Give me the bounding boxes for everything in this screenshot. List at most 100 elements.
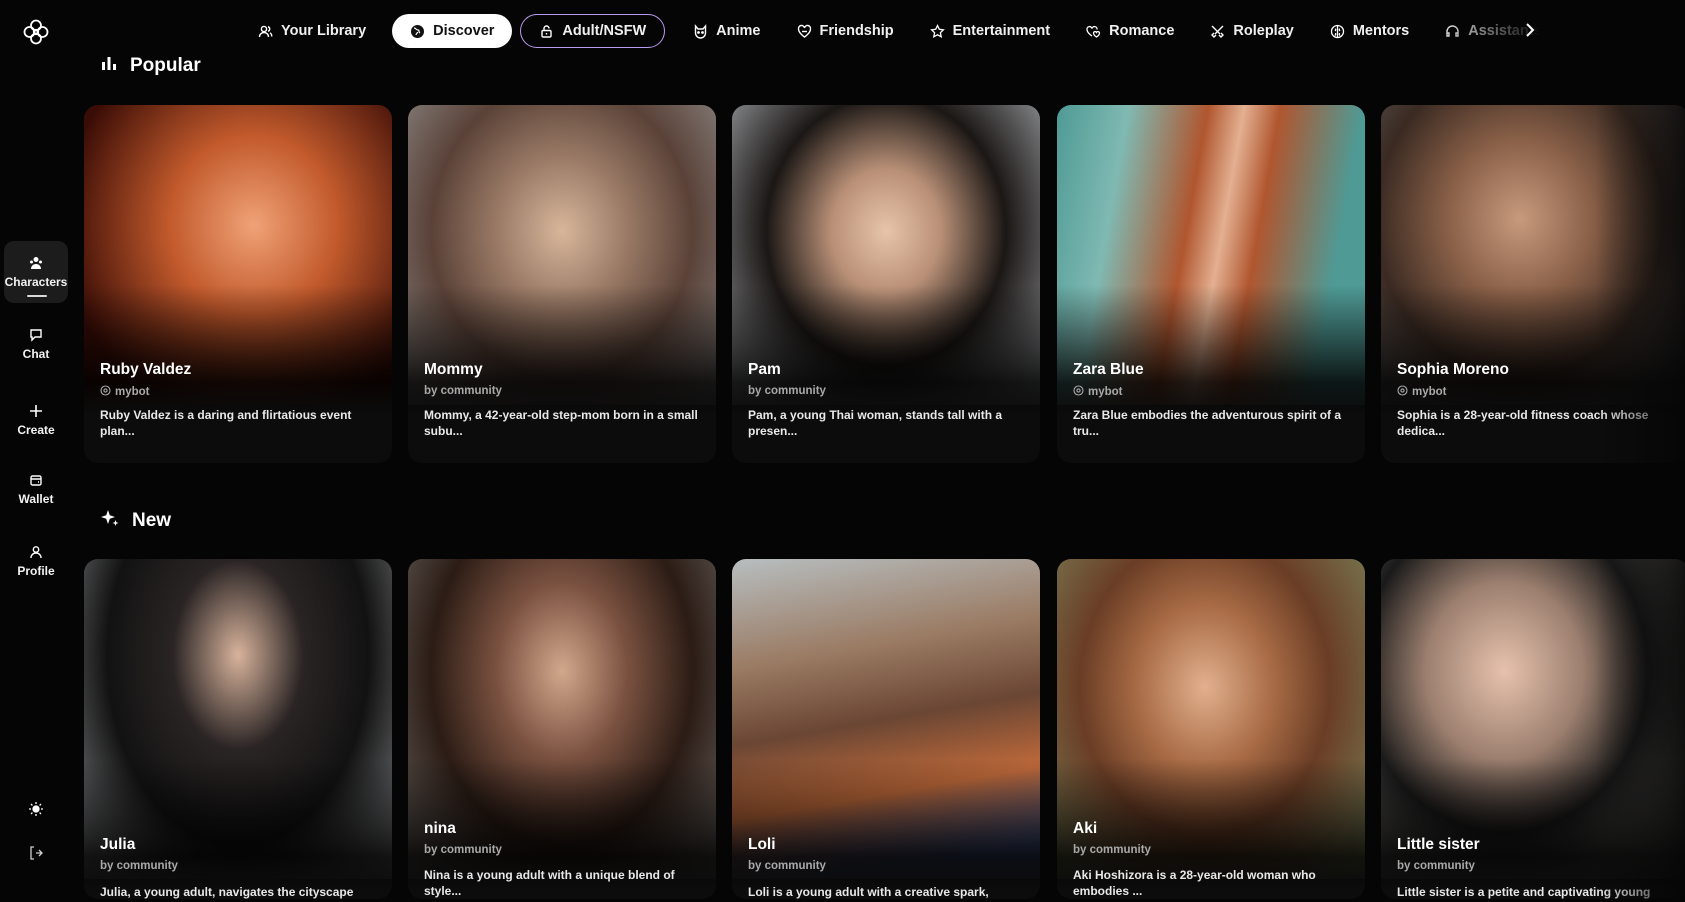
sidebar-item-label: Profile: [17, 564, 55, 578]
character-card[interactable]: Mommy by community Mommy, a 42-year-old …: [408, 105, 716, 463]
character-card[interactable]: Pam by community Pam, a young Thai woman…: [732, 105, 1040, 463]
character-author: by community: [424, 844, 502, 856]
tab-roleplay[interactable]: Roleplay: [1192, 14, 1311, 48]
section-title-text: Popular: [130, 55, 201, 76]
logout-icon[interactable]: [26, 843, 46, 863]
character-card[interactable]: Loli by community Loli is a young adult …: [732, 559, 1040, 899]
popular-row: Ruby Valdez mybot Ruby Valdez is a darin…: [84, 105, 1685, 465]
bar-chart-icon: [100, 54, 118, 78]
sidebar-item-chat[interactable]: Chat: [4, 313, 68, 375]
chat-bubble-icon: [28, 327, 44, 343]
bot-badge-icon: [1397, 385, 1408, 399]
character-author: by community: [748, 385, 826, 397]
character-card[interactable]: nina by community Nina is a young adult …: [408, 559, 716, 899]
character-name: Ruby Valdez: [100, 361, 192, 378]
sidebar-item-characters[interactable]: Characters: [4, 241, 68, 303]
author-label: mybot: [1412, 386, 1447, 398]
author-label: mybot: [1088, 386, 1123, 398]
character-author: by community: [748, 860, 826, 872]
characters-icon: [28, 255, 44, 271]
tab-label: Anime: [716, 23, 761, 39]
tab-your-library[interactable]: Your Library: [240, 14, 384, 48]
character-name: Pam: [748, 361, 781, 378]
sidebar-item-wallet[interactable]: Wallet: [4, 458, 68, 520]
people-icon: [258, 24, 273, 39]
character-description: Sophia is a 28-year-old fitness coach wh…: [1397, 408, 1649, 438]
tab-label: Mentors: [1352, 23, 1410, 39]
sparkles-icon: [100, 508, 120, 534]
character-description: Nina is a young adult with a unique blen…: [424, 868, 675, 898]
character-description: Loli is a young adult with a creative sp…: [748, 885, 989, 899]
sidebar: Characters Chat Create Wallet Profile: [0, 0, 72, 902]
sidebar-item-profile[interactable]: Profile: [4, 530, 68, 592]
author-label: by community: [424, 844, 502, 856]
tab-label: Entertainment: [952, 23, 1051, 39]
author-label: by community: [424, 385, 502, 397]
character-card[interactable]: Aki by community Aki Hoshizora is a 28-y…: [1057, 559, 1365, 899]
tab-discover[interactable]: Discover: [392, 14, 513, 48]
character-description: Zara Blue embodies the adventurous spiri…: [1073, 408, 1342, 438]
author-label: by community: [1073, 844, 1151, 856]
character-author: mybot: [100, 385, 150, 399]
tab-friendship[interactable]: Friendship: [779, 14, 912, 48]
tab-adult-nsfw[interactable]: Adult/NSFW: [520, 14, 666, 48]
sidebar-item-label: Create: [17, 423, 55, 437]
sun-icon[interactable]: [26, 799, 46, 819]
character-card[interactable]: Little sister by community Little sister…: [1381, 559, 1685, 899]
character-card[interactable]: Sophia Moreno mybot Sophia is a 28-year-…: [1381, 105, 1685, 463]
tab-label: Your Library: [281, 23, 367, 39]
active-indicator: [27, 295, 47, 297]
wallet-icon: [28, 472, 44, 488]
character-author: by community: [424, 385, 502, 397]
tab-label: Adult/NSFW: [562, 23, 647, 39]
author-label: by community: [100, 860, 178, 872]
lock-icon: [539, 24, 554, 39]
tab-label: Discover: [433, 23, 495, 39]
sidebar-item-label: Characters: [4, 275, 68, 289]
star-icon: [929, 23, 945, 39]
globe-icon: [410, 24, 425, 39]
flower-logo-icon[interactable]: [22, 18, 50, 46]
author-label: mybot: [115, 386, 150, 398]
brain-icon: [1330, 24, 1345, 39]
character-author: mybot: [1073, 385, 1123, 399]
sidebar-item-create[interactable]: Create: [4, 389, 68, 451]
headset-icon: [1445, 24, 1460, 39]
category-tabs: Your Library Discover Adult/NSFW Anime F…: [90, 12, 1560, 50]
character-author: by community: [1397, 860, 1475, 872]
bot-badge-icon: [1073, 385, 1084, 399]
character-description: Aki Hoshizora is a 28-year-old woman who…: [1073, 868, 1316, 898]
tab-label: Roleplay: [1233, 23, 1294, 39]
sidebar-item-label: Wallet: [18, 492, 54, 506]
crossed-swords-icon: [1210, 24, 1225, 39]
tab-entertainment[interactable]: Entertainment: [912, 14, 1069, 48]
character-name: Aki: [1073, 820, 1098, 837]
tab-anime[interactable]: Anime: [675, 14, 778, 48]
user-icon: [28, 544, 44, 560]
heart-hands-icon: [797, 24, 812, 39]
tab-romance[interactable]: Romance: [1068, 14, 1192, 48]
plus-icon: [28, 403, 44, 419]
author-label: by community: [748, 385, 826, 397]
tab-label: Romance: [1109, 23, 1175, 39]
author-label: by community: [748, 860, 826, 872]
character-name: Sophia Moreno: [1397, 361, 1509, 378]
bot-badge-icon: [100, 385, 111, 399]
section-title-new: New: [100, 508, 171, 534]
character-name: Loli: [748, 836, 776, 853]
hearts-icon: [1086, 24, 1101, 39]
character-name: Julia: [100, 836, 136, 853]
character-card[interactable]: Ruby Valdez mybot Ruby Valdez is a darin…: [84, 105, 392, 463]
character-description: Little sister is a petite and captivatin…: [1397, 885, 1651, 899]
chevron-right-icon[interactable]: [1520, 18, 1540, 42]
character-description: Ruby Valdez is a daring and flirtatious …: [100, 408, 352, 438]
character-card[interactable]: Julia by community Julia, a young adult,…: [84, 559, 392, 899]
character-card[interactable]: Zara Blue mybot Zara Blue embodies the a…: [1057, 105, 1365, 463]
character-name: nina: [424, 820, 456, 837]
tab-mentors[interactable]: Mentors: [1312, 14, 1427, 48]
section-title-popular: Popular: [100, 54, 201, 78]
character-description: Julia, a young adult, navigates the city…: [100, 885, 354, 899]
character-description: Pam, a young Thai woman, stands tall wit…: [748, 408, 1003, 438]
character-name: Zara Blue: [1073, 361, 1144, 378]
character-author: by community: [100, 860, 178, 872]
